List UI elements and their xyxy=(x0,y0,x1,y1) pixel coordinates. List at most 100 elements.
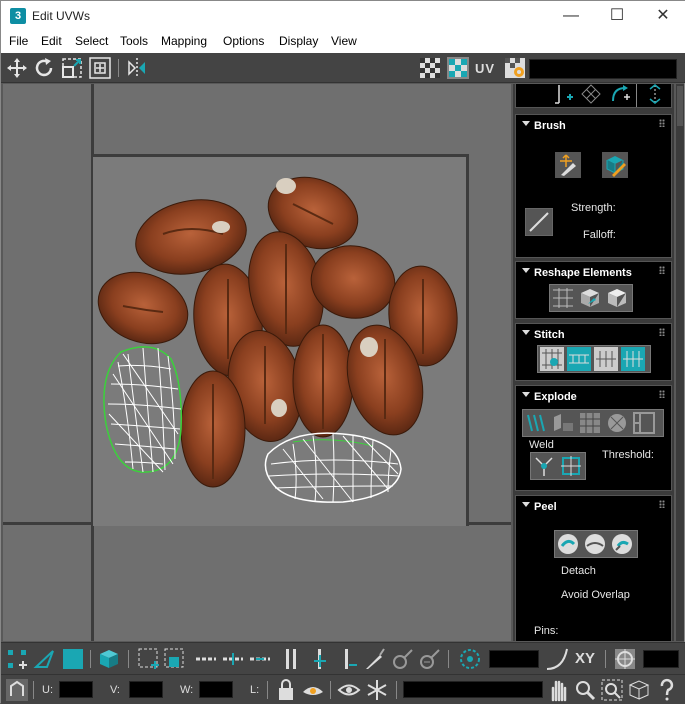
texture-dropdown[interactable] xyxy=(529,59,677,79)
uv-viewport[interactable] xyxy=(3,84,511,641)
ring-select-icon[interactable] xyxy=(279,647,303,671)
paint-grow-icon[interactable] xyxy=(391,647,415,671)
rotate-icon[interactable] xyxy=(32,56,56,80)
select-grow-icon[interactable] xyxy=(137,647,161,671)
stitch-average-icon[interactable] xyxy=(594,347,618,371)
relax-until-flat-icon[interactable] xyxy=(578,286,602,310)
soft-select-value-field[interactable] xyxy=(489,650,539,668)
scroll-thumb[interactable] xyxy=(677,86,683,126)
weld-selected-icon[interactable] xyxy=(532,454,556,478)
paint-shrink-icon[interactable] xyxy=(418,647,442,671)
menu-edit[interactable]: Edit xyxy=(41,34,62,48)
drag-handle-icon[interactable] xyxy=(659,119,665,127)
drag-handle-icon[interactable] xyxy=(659,500,665,508)
collapse-arrow-icon[interactable] xyxy=(522,330,530,335)
w-field[interactable] xyxy=(199,681,233,698)
break-icon[interactable] xyxy=(524,411,548,435)
falloff-curve-icon[interactable] xyxy=(545,647,569,671)
quick-peel-icon[interactable] xyxy=(556,532,580,556)
uv-label: UV xyxy=(475,61,496,76)
flatten-icon[interactable] xyxy=(551,411,575,435)
menu-display[interactable]: Display xyxy=(279,34,318,48)
vertex-mode-icon[interactable] xyxy=(5,647,29,671)
checker-icon[interactable] xyxy=(418,56,442,80)
zoom-extents-icon[interactable] xyxy=(627,678,651,702)
stitch-title: Stitch xyxy=(534,329,565,341)
selection-info-field[interactable] xyxy=(403,681,543,698)
side-panel: Brush Strength: Falloff: Reshape Element… xyxy=(513,84,674,641)
menu-options[interactable]: Options xyxy=(223,34,264,48)
close-button[interactable]: ✕ xyxy=(640,1,685,31)
collapse-arrow-icon[interactable] xyxy=(522,268,530,273)
mirror-icon[interactable] xyxy=(125,56,149,80)
collapse-arrow-icon[interactable] xyxy=(522,502,530,507)
loop-select-icon[interactable] xyxy=(194,647,218,671)
xy-label[interactable]: XY xyxy=(575,650,595,667)
texture-checker-icon[interactable] xyxy=(446,56,470,80)
stitch-custom-icon[interactable] xyxy=(540,347,564,371)
freeze-icon[interactable] xyxy=(365,678,389,702)
zoom-region-icon[interactable] xyxy=(600,678,624,702)
soft-select-icon[interactable] xyxy=(458,647,482,671)
stitch-to-target-icon[interactable] xyxy=(567,347,591,371)
v-field[interactable] xyxy=(129,681,163,698)
menu-view[interactable]: View xyxy=(331,34,357,48)
avoid-overlap-label[interactable]: Avoid Overlap xyxy=(561,589,630,601)
drag-handle-icon[interactable] xyxy=(659,328,665,336)
split-icon[interactable] xyxy=(632,411,656,435)
flatten-by-smoothing-icon[interactable] xyxy=(605,411,629,435)
minimize-button[interactable]: — xyxy=(548,1,594,31)
maximize-button[interactable]: ☐ xyxy=(594,1,640,31)
relax-icon[interactable] xyxy=(605,286,629,310)
freeform-icon[interactable] xyxy=(88,56,112,80)
ring-grow-icon[interactable] xyxy=(308,647,332,671)
top-toolbar: UV xyxy=(1,53,685,83)
paint-select-icon[interactable] xyxy=(362,647,386,671)
lock-icon[interactable] xyxy=(274,678,298,702)
rotate-add-icon[interactable] xyxy=(609,84,631,105)
drag-handle-icon[interactable] xyxy=(659,390,665,398)
transform-type-in-icon[interactable] xyxy=(5,678,29,702)
drag-handle-icon[interactable] xyxy=(659,266,665,274)
menu-tools[interactable]: Tools xyxy=(120,34,148,48)
settings-icon[interactable] xyxy=(503,56,527,80)
pixel-snap-icon[interactable] xyxy=(613,647,637,671)
menu-select[interactable]: Select xyxy=(75,34,108,48)
loop-grow-icon[interactable] xyxy=(221,647,245,671)
u-field[interactable] xyxy=(59,681,93,698)
ring-shrink-icon[interactable] xyxy=(335,647,359,671)
stitch-to-source-icon[interactable] xyxy=(621,347,645,371)
reshape-elements-rollout: Reshape Elements xyxy=(515,261,672,319)
pin-icon[interactable] xyxy=(644,84,666,105)
panel-scrollbar[interactable] xyxy=(676,84,684,641)
collapse-arrow-icon[interactable] xyxy=(522,121,530,126)
collapse-arrow-icon[interactable] xyxy=(522,392,530,397)
move-icon[interactable] xyxy=(5,56,29,80)
select-shrink-icon[interactable] xyxy=(163,647,187,671)
eye-icon[interactable] xyxy=(337,678,361,702)
paint-move-icon[interactable] xyxy=(555,152,581,178)
paint-relax-icon[interactable] xyxy=(602,152,628,178)
edge-mode-icon[interactable] xyxy=(33,647,57,671)
pixel-snap-field[interactable] xyxy=(643,650,679,668)
straighten-icon[interactable] xyxy=(551,286,575,310)
l-label: L: xyxy=(250,684,260,696)
reset-peel-icon[interactable] xyxy=(610,532,634,556)
scale-icon[interactable] xyxy=(60,56,84,80)
flatten-by-material-icon[interactable] xyxy=(578,411,602,435)
weld-target-icon[interactable] xyxy=(559,454,583,478)
peel-mode-icon[interactable] xyxy=(583,532,607,556)
pan-icon[interactable] xyxy=(546,678,570,702)
detach-label[interactable]: Detach xyxy=(561,565,596,577)
menu-mapping[interactable]: Mapping xyxy=(161,34,207,48)
menu-file[interactable]: File xyxy=(9,34,28,48)
brush-line-icon[interactable] xyxy=(525,208,553,236)
help-icon[interactable] xyxy=(655,678,679,702)
hide-show-icon[interactable] xyxy=(301,678,325,702)
grid-snap-icon[interactable] xyxy=(580,84,602,105)
snap-icon[interactable] xyxy=(553,84,575,105)
element-mode-icon[interactable] xyxy=(97,647,121,671)
zoom-icon[interactable] xyxy=(573,678,597,702)
face-mode-icon[interactable] xyxy=(61,647,85,671)
loop-shrink-icon[interactable] xyxy=(248,647,272,671)
